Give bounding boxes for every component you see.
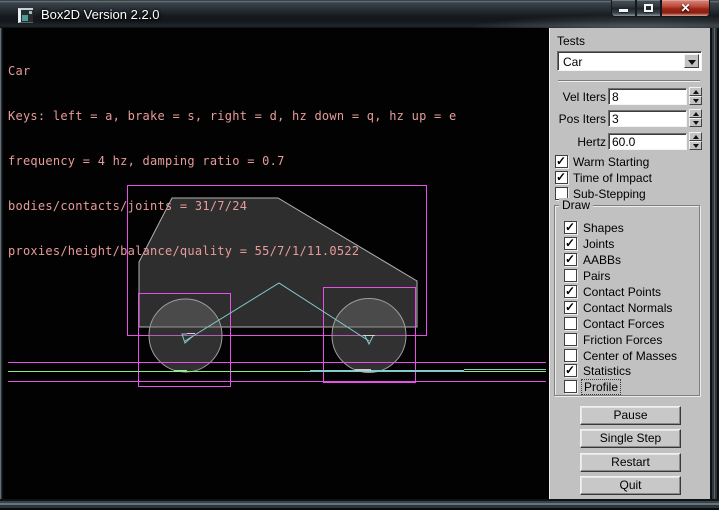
checkbox-friction-forces[interactable] xyxy=(564,333,577,346)
spinner-down-button[interactable] xyxy=(689,118,702,127)
maximize-icon xyxy=(644,4,653,12)
checkbox-pairs[interactable] xyxy=(564,269,577,282)
vel-iters-field[interactable] xyxy=(608,88,687,105)
hertz-field[interactable] xyxy=(608,133,687,150)
pairs-label[interactable]: Pairs xyxy=(583,269,610,283)
simulation-canvas[interactable]: Car Keys: left = a, brake = s, right = d… xyxy=(3,28,549,499)
vel-iters-label: Vel Iters xyxy=(552,90,606,104)
checkbox-joints[interactable]: ✓ xyxy=(564,237,577,250)
window-title: Box2D Version 2.2.0 xyxy=(41,7,160,22)
tests-label: Tests xyxy=(557,34,585,48)
hud-line-quality: proxies/height/balance/quality = 55/7/1/… xyxy=(8,244,456,259)
shapes-label[interactable]: Shapes xyxy=(583,221,624,235)
hertz-label: Hertz xyxy=(552,135,606,149)
spinner-up-button[interactable] xyxy=(689,132,702,141)
control-panel: Tests Car Vel Iters Pos Iters Hertz xyxy=(549,28,710,499)
time-of-impact-label[interactable]: Time of Impact xyxy=(573,171,652,185)
arrow-down-icon xyxy=(693,144,699,148)
contact-forces-label[interactable]: Contact Forces xyxy=(583,317,664,331)
quit-button[interactable]: Quit xyxy=(580,476,681,495)
arrow-up-icon xyxy=(693,90,699,94)
statistics-label[interactable]: Statistics xyxy=(583,364,631,378)
spinner-up-button[interactable] xyxy=(689,87,702,96)
tests-dropdown[interactable]: Car xyxy=(557,51,702,71)
spinner-down-button[interactable] xyxy=(689,96,702,105)
checkbox-contact-normals[interactable]: ✓ xyxy=(564,301,577,314)
draw-group-label: Draw xyxy=(559,198,593,212)
pos-iters-spinner xyxy=(689,109,702,127)
friction-forces-label[interactable]: Friction Forces xyxy=(583,333,662,347)
close-button[interactable]: ✕ xyxy=(661,0,710,17)
profile-label[interactable]: Profile xyxy=(582,380,620,394)
app-icon xyxy=(18,8,33,23)
checkbox-profile[interactable] xyxy=(564,380,577,393)
pause-button[interactable]: Pause xyxy=(580,406,681,425)
close-icon: ✕ xyxy=(662,1,709,15)
minimize-button[interactable] xyxy=(611,0,636,17)
vel-iters-input[interactable] xyxy=(612,90,682,103)
window-border-left xyxy=(0,28,3,499)
contact-point-front xyxy=(355,369,371,371)
app-window: Box2D Version 2.2.0 ✕ xyxy=(0,0,719,510)
aabbs-label[interactable]: AABBs xyxy=(583,253,621,267)
checkbox-center-of-masses[interactable] xyxy=(564,349,577,362)
single-step-button[interactable]: Single Step xyxy=(580,429,681,448)
joints-label[interactable]: Joints xyxy=(583,237,614,251)
tests-dropdown-button[interactable] xyxy=(684,54,699,68)
hud-line-keys: Keys: left = a, brake = s, right = d, hz… xyxy=(8,109,456,124)
pos-iters-input[interactable] xyxy=(612,112,682,125)
checkbox-time-of-impact[interactable]: ✓ xyxy=(555,171,568,184)
pos-iters-field[interactable] xyxy=(608,110,687,127)
center-of-masses-label[interactable]: Center of Masses xyxy=(583,349,677,363)
minimize-icon xyxy=(619,9,628,12)
vel-iters-spinner xyxy=(689,87,702,105)
title-bar[interactable]: Box2D Version 2.2.0 ✕ xyxy=(0,0,719,28)
hud-line-frequency: frequency = 4 hz, damping ratio = 0.7 xyxy=(8,154,456,169)
contact-points-label[interactable]: Contact Points xyxy=(583,285,661,299)
separator xyxy=(558,80,700,82)
hertz-spinner xyxy=(689,132,702,150)
pos-iters-label: Pos Iters xyxy=(552,112,606,126)
arrow-up-icon xyxy=(693,112,699,116)
checkbox-statistics[interactable]: ✓ xyxy=(564,364,577,377)
contact-normals-label[interactable]: Contact Normals xyxy=(583,301,672,315)
checkbox-shapes[interactable]: ✓ xyxy=(564,221,577,234)
checkbox-aabbs[interactable]: ✓ xyxy=(564,253,577,266)
spinner-up-button[interactable] xyxy=(689,109,702,118)
hertz-input[interactable] xyxy=(612,135,682,148)
checkbox-contact-points[interactable]: ✓ xyxy=(564,285,577,298)
hud-line-stats: bodies/contacts/joints = 31/7/24 xyxy=(8,199,456,214)
tests-dropdown-value: Car xyxy=(563,55,582,69)
arrow-down-icon xyxy=(693,121,699,125)
maximize-button[interactable] xyxy=(636,0,661,17)
chevron-down-icon xyxy=(688,60,696,65)
arrow-up-icon xyxy=(693,135,699,139)
window-controls: ✕ xyxy=(611,0,710,17)
spinner-down-button[interactable] xyxy=(689,141,702,150)
checkbox-warm-starting[interactable]: ✓ xyxy=(555,155,568,168)
arrow-down-icon xyxy=(693,99,699,103)
window-border-right xyxy=(710,28,719,499)
window-border-bottom xyxy=(0,499,719,510)
contact-point-rear xyxy=(174,370,187,372)
car-wheel-rear xyxy=(149,299,222,372)
restart-button[interactable]: Restart xyxy=(580,453,681,472)
warm-starting-label[interactable]: Warm Starting xyxy=(573,155,649,169)
checkbox-contact-forces[interactable] xyxy=(564,317,577,330)
hud-text: Car Keys: left = a, brake = s, right = d… xyxy=(8,34,456,289)
hud-line-title: Car xyxy=(8,64,456,79)
